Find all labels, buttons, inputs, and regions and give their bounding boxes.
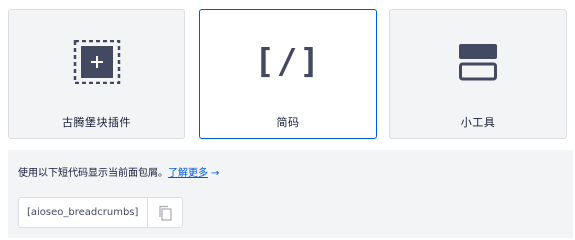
card-label-widget: 小工具 [460,116,496,129]
shortcode-glyph: [/] [254,42,322,82]
arrow-right-icon: → [211,168,220,179]
display-method-cards: 古腾堡块插件 [/] 简码 小工具 [8,9,567,141]
breadcrumbs-display-panel: 古腾堡块插件 [/] 简码 小工具 使用以下短代码显示当前面包屑。了解更多 → [… [0,0,575,240]
card-gutenberg-block[interactable]: 古腾堡块插件 [8,9,185,139]
shortcode-field: [aioseo_breadcrumbs] [18,197,183,228]
shortcode-info-panel: 使用以下短代码显示当前面包屑。了解更多 → [aioseo_breadcrumbs… [8,150,573,238]
learn-more-link[interactable]: 了解更多 [168,168,208,179]
shortcode-icon: [/] [200,40,376,84]
card-label-gutenberg: 古腾堡块插件 [62,116,131,129]
card-shortcode[interactable]: [/] 简码 [199,9,377,139]
copy-icon [159,205,172,221]
shortcode-value[interactable]: [aioseo_breadcrumbs] [27,207,138,218]
card-widget[interactable]: 小工具 [389,9,567,139]
gutenberg-block-icon [9,40,184,84]
shortcode-description: 使用以下短代码显示当前面包屑。了解更多 → [18,164,219,179]
shortcode-description-text: 使用以下短代码显示当前面包屑。 [18,168,168,179]
copy-button[interactable] [148,198,182,227]
widget-icon [390,40,566,84]
card-label-shortcode: 简码 [276,116,300,129]
